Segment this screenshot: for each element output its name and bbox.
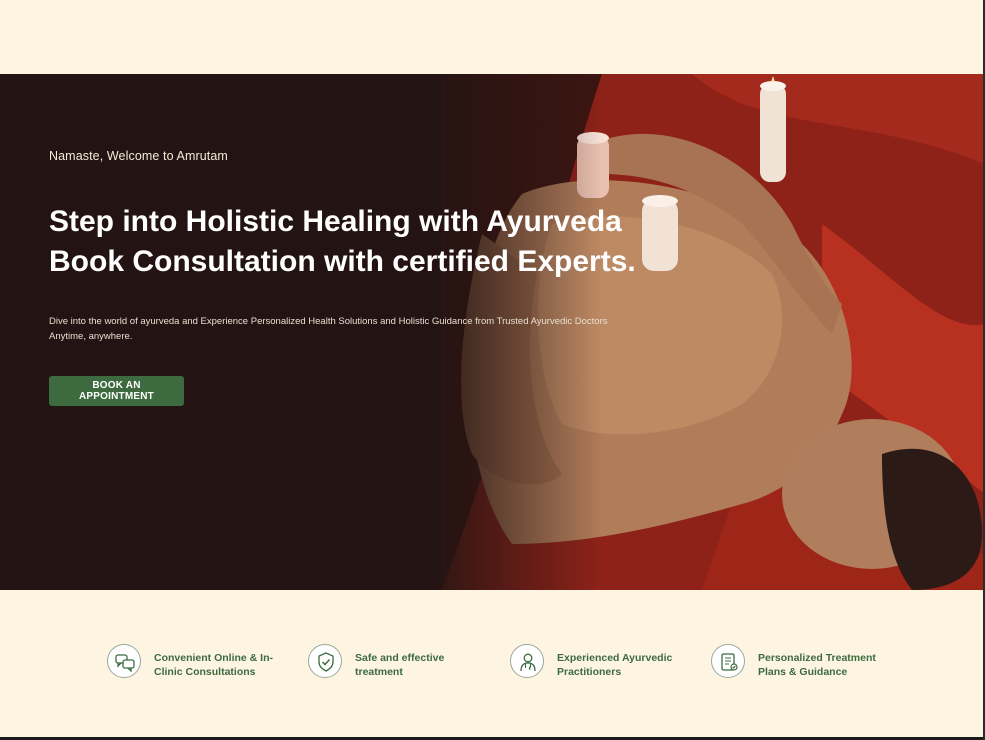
feature-item-personalized-plans: Personalized Treatment Plans & Guidance xyxy=(711,644,911,682)
hero-headline-line-2: Book Consultation with certified Experts… xyxy=(49,245,636,278)
feature-item-practitioners: Experienced Ayurvedic Practitioners xyxy=(510,644,710,682)
feature-item-safe-treatment: Safe and effective treatment xyxy=(308,644,508,682)
feature-item-consultations: Convenient Online & In-Clinic Consultati… xyxy=(107,644,307,682)
hero-section: Namaste, Welcome to Amrutam Step into Ho… xyxy=(0,74,985,590)
hero-description: Dive into the world of ayurveda and Expe… xyxy=(49,316,608,342)
top-bar xyxy=(0,0,985,74)
feature-label: Personalized Treatment Plans & Guidance xyxy=(758,652,876,678)
features-strip: Convenient Online & In-Clinic Consultati… xyxy=(0,590,985,738)
hero-headline: Step into Holistic Healing with Ayurveda… xyxy=(49,202,669,282)
hero-headline-line-1: Step into Holistic Healing with Ayurveda xyxy=(49,205,622,238)
feature-label: Safe and effective treatment xyxy=(355,652,445,678)
feature-label: Experienced Ayurvedic Practitioners xyxy=(557,652,673,678)
clipboard-plan-icon xyxy=(711,644,745,678)
shield-check-icon xyxy=(308,644,342,678)
hero-greeting: Namaste, Welcome to Amrutam xyxy=(49,149,228,163)
book-appointment-button[interactable]: BOOK AN APPOINTMENT xyxy=(49,376,184,406)
feature-label: Convenient Online & In-Clinic Consultati… xyxy=(154,652,274,678)
doctor-icon xyxy=(510,644,544,678)
chat-bubbles-icon xyxy=(107,644,141,678)
